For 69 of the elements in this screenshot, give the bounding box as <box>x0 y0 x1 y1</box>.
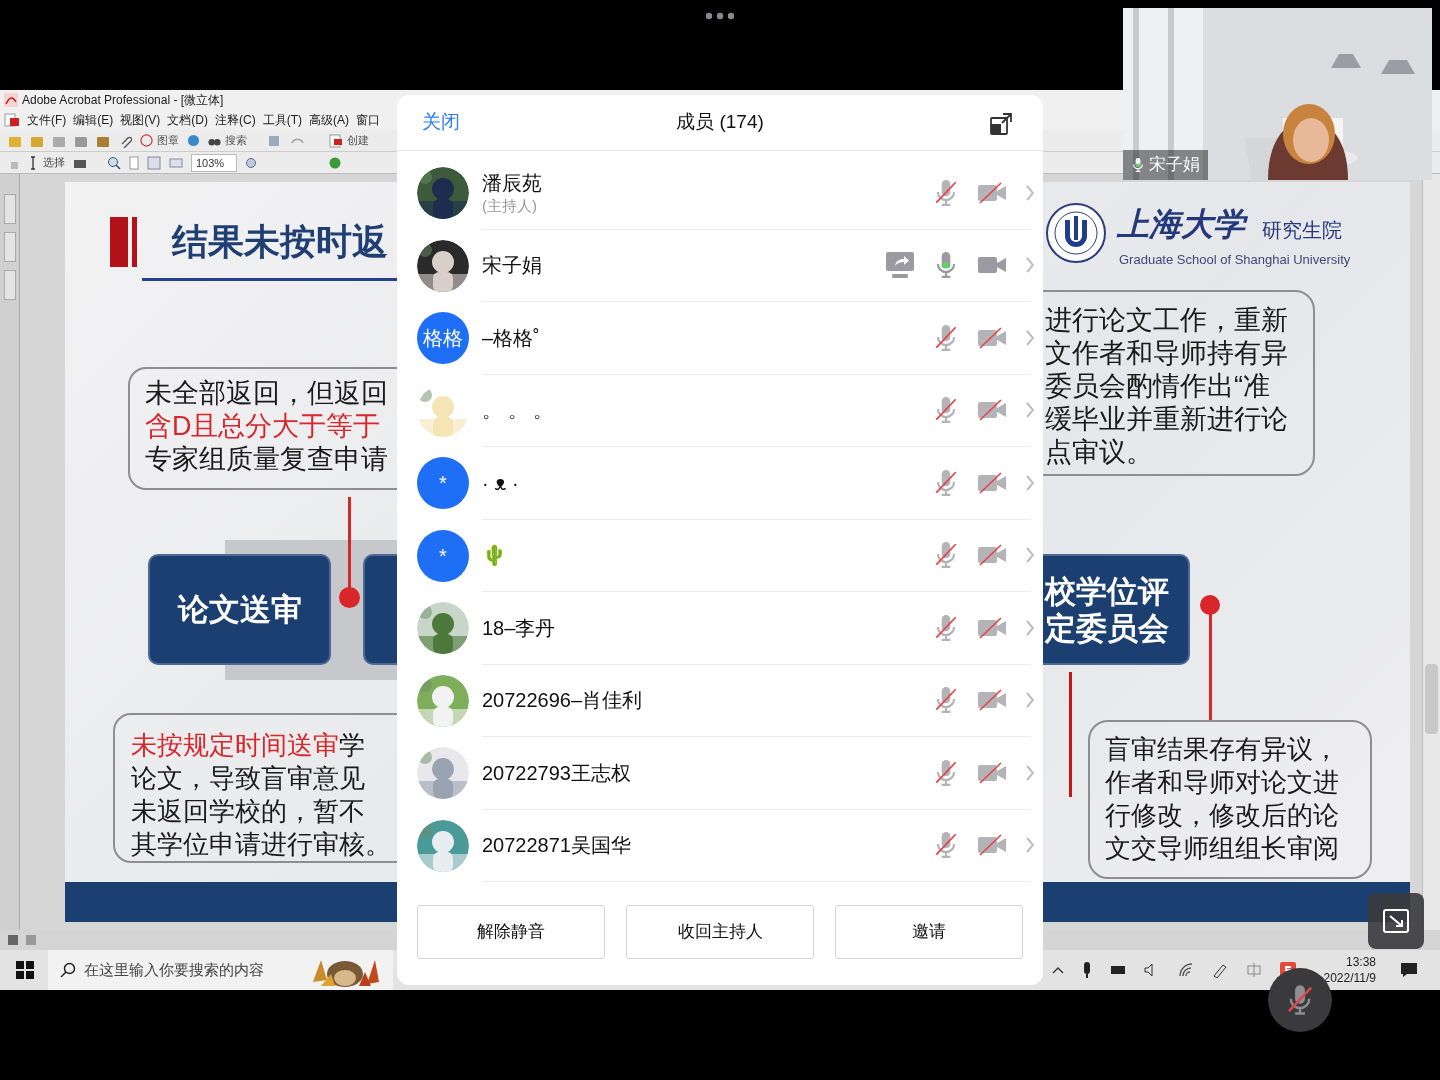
member-row[interactable]: 18–李丹 <box>397 592 1043 665</box>
member-row[interactable]: * · ᴥ · <box>397 447 1043 520</box>
slide-text-line: 文作者和导师持有异 <box>1045 337 1288 370</box>
member-name: 宋子娟 <box>482 253 542 279</box>
slide-text-line: 未全部返回，但返回 <box>145 377 388 410</box>
member-role: (主持人) <box>482 195 537 216</box>
slide-text-line: 委员会酌情作出“准 <box>1045 370 1270 403</box>
step-label: 论文送审 <box>177 590 302 629</box>
member-row[interactable]: 宋子娟 <box>397 229 1043 302</box>
member-name: 。 。 。 <box>482 398 554 424</box>
name-label: 宋子娟 <box>1123 150 1208 180</box>
university-english-name: Graduate School of Shanghai University <box>1119 251 1351 269</box>
zoom-field[interactable]: 103% <box>191 153 237 172</box>
member-name: 20722871吴国华 <box>482 833 631 859</box>
action-button[interactable]: 收回主持人 <box>626 905 814 959</box>
avatar: * <box>417 529 469 582</box>
avatar: 格格 <box>417 312 469 365</box>
toolbar-label[interactable]: 创建 <box>347 132 369 149</box>
member-name: 20722793王志权 <box>482 760 631 786</box>
slide-text-line: 缓毕业并重新进行论 <box>1045 403 1288 436</box>
toolbar-label[interactable]: 选择 <box>43 154 65 171</box>
slide-text-line: 作者和导师对论文进 <box>1105 766 1339 799</box>
member-row[interactable]: 20722793王志权 <box>397 737 1043 810</box>
step-label: 校学位评 <box>1045 572 1169 610</box>
slide-text-line: 行修改，修改后的论 <box>1105 799 1339 832</box>
menu-item[interactable]: 工具(T) <box>262 111 302 129</box>
action-button[interactable]: 解除静音 <box>417 905 605 959</box>
panel-title: 成员 (174) <box>676 110 764 135</box>
member-row[interactable]: 格格 –格格˚ <box>397 302 1043 375</box>
member-name: –格格˚ <box>482 325 540 351</box>
slide-text-line: 论文，导致盲审意见 <box>131 762 365 795</box>
slide-text-line: 未按规定时间送审学 <box>131 729 365 762</box>
menu-item[interactable]: 文档(D) <box>167 111 208 129</box>
member-row[interactable]: 20722871吴国华 <box>397 809 1043 882</box>
menu-item[interactable]: 注释(C) <box>215 111 256 129</box>
member-row[interactable]: * 🌵 <box>397 519 1043 592</box>
member-row[interactable]: 潘辰苑 (主持人) <box>397 157 1043 230</box>
clock-time: 13:38 <box>1345 954 1376 970</box>
slide-text-line: 点审议。 <box>1045 436 1153 469</box>
slide-text-line: 未返回学校的，暂不 <box>131 795 365 828</box>
member-name: 20722696–肖佳利 <box>482 688 643 714</box>
slide-text-line: 进行论文工作，重新 <box>1045 304 1288 337</box>
avatar: * <box>417 457 469 510</box>
toolbar-label[interactable]: 搜索 <box>225 132 247 149</box>
slide-text-line: 专家组质量复查申请 <box>145 443 388 476</box>
member-row[interactable]: 20722696–肖佳利 <box>397 664 1043 737</box>
clock-date: 2022/11/9 <box>1323 970 1376 986</box>
member-name: 潘辰苑 <box>482 170 542 196</box>
slide-text-line: 其学位申请进行审核。 <box>131 828 391 861</box>
menu-item[interactable]: 文件(F) <box>27 111 67 129</box>
toolbar-label[interactable]: 图章 <box>157 132 179 149</box>
menu-item[interactable]: 视图(V) <box>120 111 161 129</box>
close-button[interactable]: 关闭 <box>422 108 460 137</box>
menu-item[interactable]: 窗口 <box>356 111 380 129</box>
window-title: Adobe Acrobat Professional - [微立体] <box>22 92 224 109</box>
menu-item[interactable]: 编辑(E) <box>73 111 114 129</box>
slide-text-line: 盲审结果存有异议， <box>1105 733 1339 766</box>
member-name: 18–李丹 <box>482 615 556 641</box>
member-name: · ᴥ · <box>482 470 519 496</box>
search-field[interactable]: 在这里输入你要搜索的内容 <box>48 950 393 990</box>
action-button[interactable]: 邀请 <box>835 905 1023 959</box>
step-label: 定委员会 <box>1045 609 1169 647</box>
department-name: 研究生院 <box>1262 220 1342 240</box>
slide-title: 结果未按时返 <box>172 224 388 260</box>
member-row[interactable]: 。 。 。 <box>397 374 1043 447</box>
menu-item[interactable]: 高级(A) <box>309 111 349 129</box>
member-name: 🌵 <box>482 543 507 569</box>
slide-text-line: 文交导师组组长审阅 <box>1105 832 1339 865</box>
slide-text-line: 含D且总分大于等于 <box>145 410 381 443</box>
